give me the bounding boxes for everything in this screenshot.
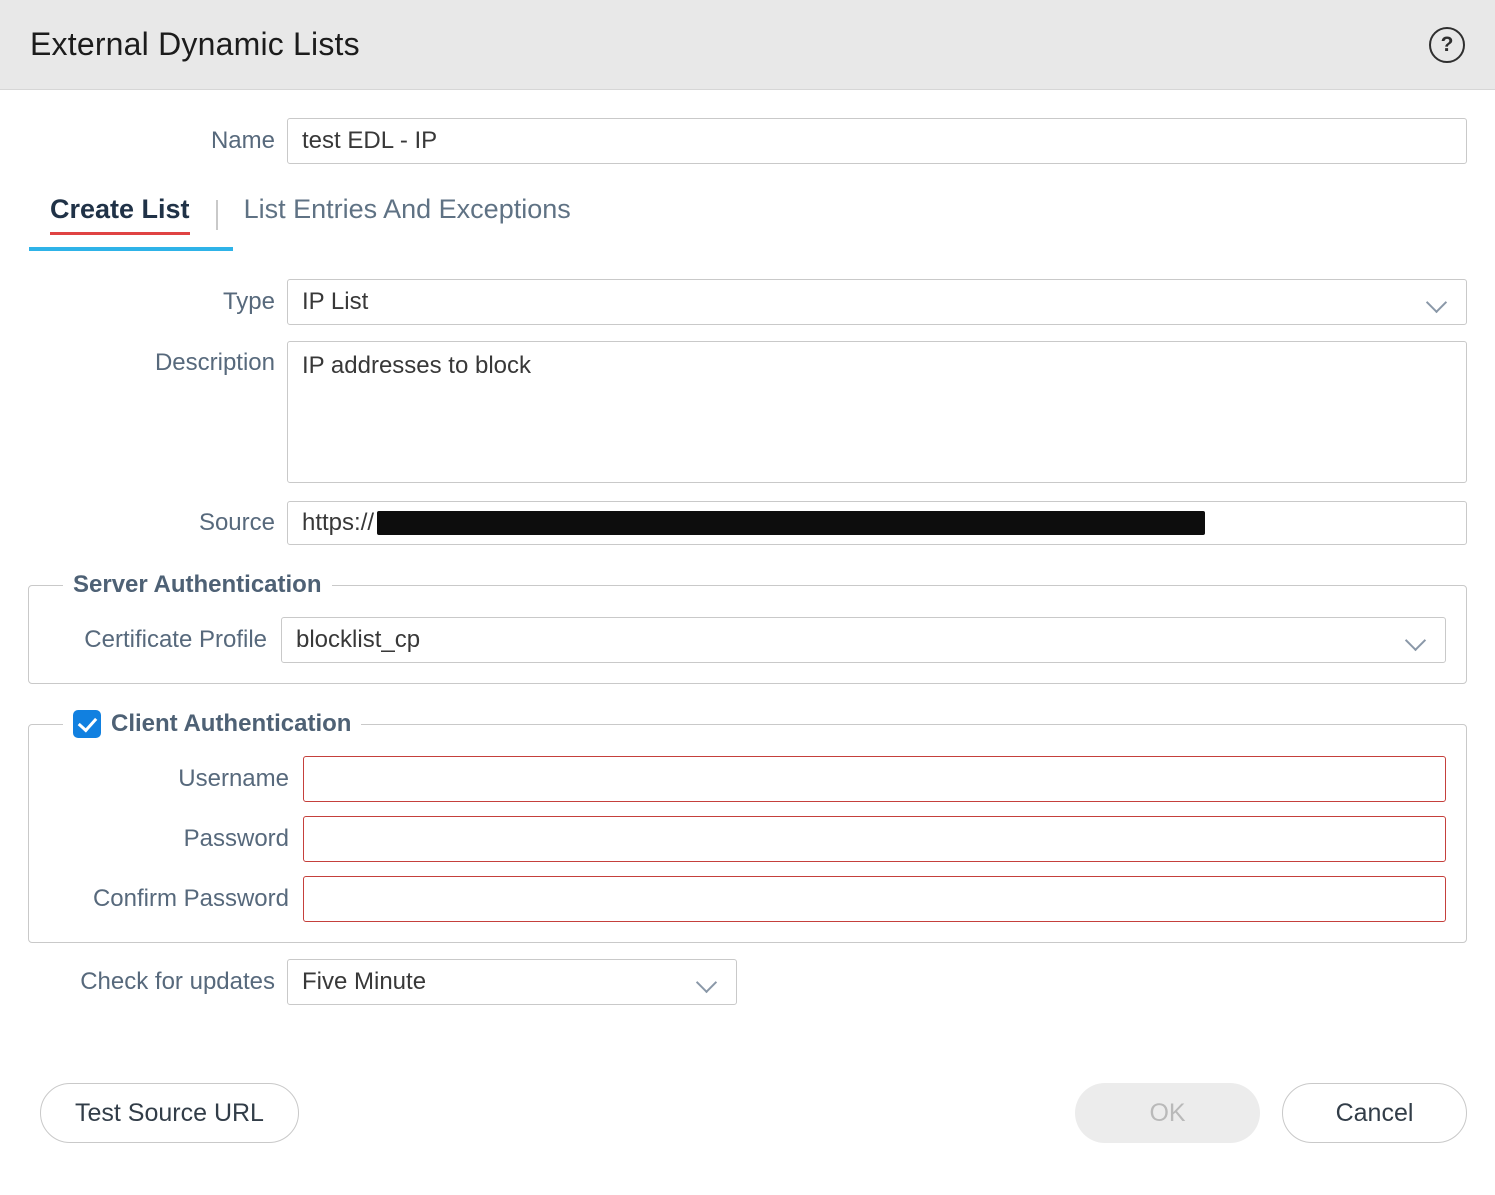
type-select-value: IP List: [302, 288, 368, 316]
check-for-updates-label: Check for updates: [28, 968, 275, 996]
description-textarea[interactable]: IP addresses to block: [287, 341, 1467, 483]
tab-list-entries-and-exceptions[interactable]: List Entries And Exceptions: [244, 194, 571, 232]
external-dynamic-lists-dialog: External Dynamic Lists ? Name Create Lis…: [0, 0, 1495, 1143]
active-tab-indicator: [29, 247, 233, 251]
check-for-updates-value: Five Minute: [302, 968, 426, 996]
confirm-password-label: Confirm Password: [49, 885, 289, 913]
source-url-prefix: https://: [302, 509, 374, 537]
confirm-password-input[interactable]: [303, 876, 1446, 922]
check-for-updates-row: Check for updates Five Minute: [28, 959, 1467, 1005]
dialog-header: External Dynamic Lists ?: [0, 0, 1495, 90]
dialog-body: Name Create List List Entries And Except…: [0, 118, 1495, 1143]
source-label: Source: [28, 509, 275, 537]
client-authentication-fieldset: Client Authentication Username Password …: [28, 710, 1467, 943]
description-label: Description: [28, 349, 275, 377]
name-row: Name: [28, 118, 1467, 164]
certificate-profile-value: blocklist_cp: [296, 626, 420, 654]
tab-create-list[interactable]: Create List: [50, 194, 190, 235]
chevron-down-icon: [1405, 630, 1426, 651]
server-authentication-fieldset: Server Authentication Certificate Profil…: [28, 571, 1467, 684]
chevron-down-icon: [1426, 292, 1447, 313]
certificate-profile-row: Certificate Profile blocklist_cp: [49, 617, 1446, 663]
client-authentication-checkbox[interactable]: [73, 710, 101, 738]
password-input[interactable]: [303, 816, 1446, 862]
tab-separator: [216, 200, 218, 230]
client-authentication-legend: Client Authentication: [63, 710, 361, 738]
name-input[interactable]: [287, 118, 1467, 164]
type-label: Type: [28, 288, 275, 316]
password-label: Password: [49, 825, 289, 853]
tab-list-entries-label: List Entries And Exceptions: [244, 194, 571, 232]
username-row: Username: [49, 756, 1446, 802]
tab-create-list-label: Create List: [50, 194, 190, 235]
dialog-footer: Test Source URL OK Cancel: [28, 1083, 1467, 1143]
server-authentication-legend-label: Server Authentication: [73, 571, 322, 599]
description-row: Description IP addresses to block: [28, 341, 1467, 483]
type-row: Type IP List: [28, 279, 1467, 325]
confirm-password-row: Confirm Password: [49, 876, 1446, 922]
dialog-title: External Dynamic Lists: [30, 26, 360, 63]
username-input[interactable]: [303, 756, 1446, 802]
username-label: Username: [49, 765, 289, 793]
chevron-down-icon: [696, 972, 717, 993]
name-label: Name: [28, 127, 275, 155]
cancel-button[interactable]: Cancel: [1282, 1083, 1467, 1143]
client-authentication-legend-label: Client Authentication: [111, 710, 351, 738]
redacted-url: [377, 511, 1205, 535]
help-icon[interactable]: ?: [1429, 27, 1465, 63]
password-row: Password: [49, 816, 1446, 862]
tab-bar: Create List List Entries And Exceptions: [28, 194, 1467, 251]
source-row: Source https://: [28, 501, 1467, 545]
certificate-profile-label: Certificate Profile: [49, 626, 267, 654]
type-select[interactable]: IP List: [287, 279, 1467, 325]
source-input[interactable]: https://: [287, 501, 1467, 545]
certificate-profile-select[interactable]: blocklist_cp: [281, 617, 1446, 663]
test-source-url-button[interactable]: Test Source URL: [40, 1083, 299, 1143]
check-for-updates-select[interactable]: Five Minute: [287, 959, 737, 1005]
ok-button[interactable]: OK: [1075, 1083, 1260, 1143]
server-authentication-legend: Server Authentication: [63, 571, 332, 599]
